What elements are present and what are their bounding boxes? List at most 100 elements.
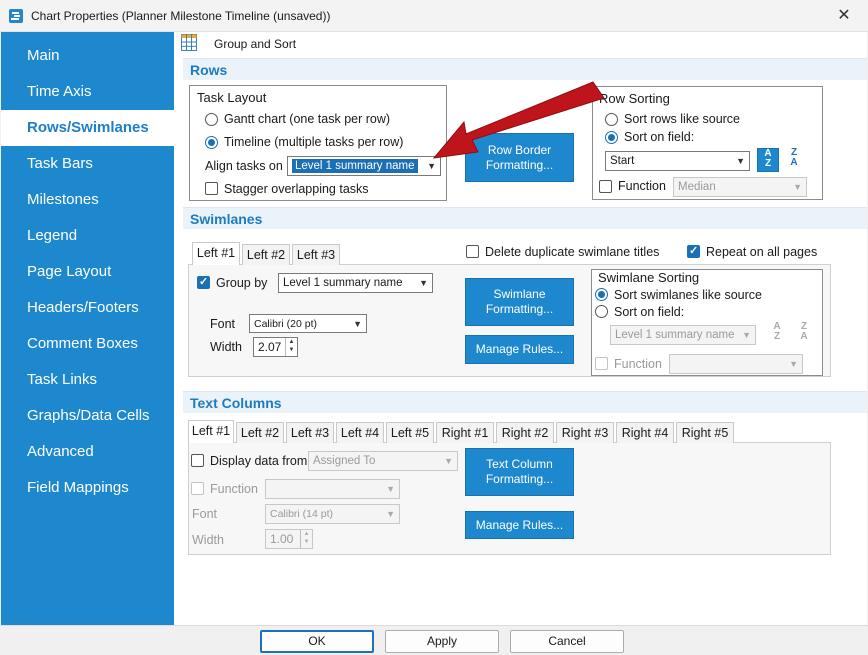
text-column-manage-rules-button[interactable]: Manage Rules... xyxy=(465,511,574,539)
sort-swimlanes-like-source-radio[interactable] xyxy=(595,288,608,301)
text-width-value: 1.00 xyxy=(270,532,294,546)
sidebar-item-advanced[interactable]: Advanced xyxy=(1,434,174,470)
sidebar-item-graphs-data-cells[interactable]: Graphs/Data Cells xyxy=(1,398,174,434)
swimlane-sorting-legend: Swimlane Sorting xyxy=(598,270,700,285)
sidebar-item-task-links[interactable]: Task Links xyxy=(1,362,174,398)
swimlane-font-value: Calibri (20 pt) xyxy=(254,318,318,330)
sort-rows-like-source-radio[interactable] xyxy=(605,113,618,126)
sidebar-item-rows-swimlanes[interactable]: Rows/Swimlanes xyxy=(1,110,174,146)
sidebar-item-main[interactable]: Main xyxy=(1,38,174,74)
sort-on-field-radio[interactable] xyxy=(605,131,618,144)
group-by-value: Level 1 summary name xyxy=(283,277,403,289)
apply-button[interactable]: Apply xyxy=(385,630,499,653)
delete-duplicate-label: Delete duplicate swimlane titles xyxy=(485,245,660,259)
rows-section-header: Rows xyxy=(183,58,867,80)
swimlane-formatting-button[interactable]: Swimlane Formatting... xyxy=(465,278,574,326)
stagger-label: Stagger overlapping tasks xyxy=(224,182,369,196)
row-function-checkbox[interactable] xyxy=(599,180,612,193)
text-tab-left-1[interactable]: Left #1 xyxy=(188,420,234,443)
swimlane-function-dropdown[interactable]: ▼ xyxy=(669,354,803,374)
swimlane-tab-left-1[interactable]: Left #1 xyxy=(192,242,240,265)
rows-section-title: Rows xyxy=(190,62,228,78)
delete-duplicate-checkbox[interactable] xyxy=(466,245,479,258)
sidebar-item-field-mappings[interactable]: Field Mappings xyxy=(1,470,174,506)
sidebar: Main Time Axis Rows/Swimlanes Task Bars … xyxy=(1,32,174,625)
row-sort-field-value: Start xyxy=(610,155,635,167)
sort-on-field-label: Sort on field: xyxy=(624,130,695,144)
sidebar-item-headers-footers[interactable]: Headers/Footers xyxy=(1,290,174,326)
sort-swimlanes-like-source-label: Sort swimlanes like source xyxy=(614,288,762,302)
swimlane-tab-left-2[interactable]: Left #2 xyxy=(242,244,290,265)
chevron-down-icon: ▼ xyxy=(427,161,436,171)
chevron-down-icon: ▼ xyxy=(793,182,802,192)
timeline-radio[interactable] xyxy=(205,136,218,149)
chevron-down-icon: ▼ xyxy=(444,456,453,466)
align-tasks-dropdown[interactable]: Level 1 summary name ▼ xyxy=(287,156,441,176)
sidebar-item-task-bars[interactable]: Task Bars xyxy=(1,146,174,182)
text-function-dropdown[interactable]: ▼ xyxy=(265,479,400,499)
swimlane-manage-rules-button[interactable]: Manage Rules... xyxy=(465,335,574,364)
spin-arrows-icon[interactable]: ▲ ▼ xyxy=(300,530,312,548)
chevron-down-icon: ▼ xyxy=(736,156,745,166)
text-column-formatting-button[interactable]: Text Column Formatting... xyxy=(465,448,574,496)
align-tasks-value: Level 1 summary name xyxy=(292,159,418,173)
text-function-label: Function xyxy=(210,482,258,496)
close-icon: ✕ xyxy=(837,7,851,24)
sidebar-item-comment-boxes[interactable]: Comment Boxes xyxy=(1,326,174,362)
group-by-label: Group by xyxy=(216,276,268,290)
cancel-button[interactable]: Cancel xyxy=(510,630,624,653)
text-font-dropdown[interactable]: Calibri (14 pt) ▼ xyxy=(265,504,400,524)
text-tab-left-4[interactable]: Left #4 xyxy=(336,422,384,443)
swimlane-tab-left-3[interactable]: Left #3 xyxy=(292,244,340,265)
ok-button[interactable]: OK xyxy=(260,630,374,653)
text-tab-left-5[interactable]: Left #5 xyxy=(386,422,434,443)
sort-ascending-icon[interactable]: AZ xyxy=(766,322,788,346)
row-sort-field-dropdown[interactable]: Start ▼ xyxy=(605,151,750,171)
group-and-sort-label: Group and Sort xyxy=(214,37,297,51)
swimlanes-section-title: Swimlanes xyxy=(190,211,263,227)
chevron-down-icon: ▼ xyxy=(789,359,798,369)
text-tab-right-2[interactable]: Right #2 xyxy=(496,422,554,443)
row-function-dropdown[interactable]: Median ▼ xyxy=(673,177,807,197)
text-tab-left-3[interactable]: Left #3 xyxy=(286,422,334,443)
text-function-checkbox[interactable] xyxy=(191,482,204,495)
text-tab-right-4[interactable]: Right #4 xyxy=(616,422,674,443)
sort-descending-icon[interactable]: ZA xyxy=(793,322,815,346)
swimlane-function-label: Function xyxy=(614,357,662,371)
stagger-checkbox[interactable] xyxy=(205,182,218,195)
sidebar-item-legend[interactable]: Legend xyxy=(1,218,174,254)
sidebar-item-page-layout[interactable]: Page Layout xyxy=(1,254,174,290)
swimlane-width-value: 2.07 xyxy=(258,340,282,354)
group-by-dropdown[interactable]: Level 1 summary name ▼ xyxy=(278,273,433,293)
text-tab-right-1[interactable]: Right #1 xyxy=(436,422,494,443)
display-data-dropdown[interactable]: Assigned To ▼ xyxy=(308,451,458,471)
sidebar-item-milestones[interactable]: Milestones xyxy=(1,182,174,218)
swimlane-width-stepper[interactable]: 2.07 ▲ ▼ xyxy=(253,337,298,357)
sidebar-item-time-axis[interactable]: Time Axis xyxy=(1,74,174,110)
text-width-label: Width xyxy=(192,533,224,547)
swimlane-sort-on-field-radio[interactable] xyxy=(595,305,608,318)
swimlane-font-dropdown[interactable]: Calibri (20 pt) ▼ xyxy=(249,314,367,333)
text-tab-right-3[interactable]: Right #3 xyxy=(556,422,614,443)
text-columns-section-title: Text Columns xyxy=(190,395,282,411)
repeat-all-pages-checkbox[interactable] xyxy=(687,244,700,258)
align-tasks-label: Align tasks on xyxy=(205,159,283,173)
row-function-label: Function xyxy=(618,179,666,193)
row-function-value: Median xyxy=(678,181,716,193)
repeat-all-pages-label: Repeat on all pages xyxy=(706,245,818,259)
text-width-stepper[interactable]: 1.00 ▲ ▼ xyxy=(265,529,313,549)
display-data-checkbox[interactable] xyxy=(191,454,204,467)
close-button[interactable]: ✕ xyxy=(826,3,862,29)
text-tab-left-2[interactable]: Left #2 xyxy=(236,422,284,443)
sort-descending-icon[interactable]: ZA xyxy=(783,148,805,172)
text-tab-right-5[interactable]: Right #5 xyxy=(676,422,734,443)
swimlane-function-checkbox[interactable] xyxy=(595,357,608,370)
display-data-value: Assigned To xyxy=(313,455,376,467)
spin-arrows-icon[interactable]: ▲ ▼ xyxy=(285,338,297,356)
row-border-formatting-button[interactable]: Row Border Formatting... xyxy=(465,133,574,182)
swimlane-sort-field-dropdown[interactable]: Level 1 summary name ▼ xyxy=(610,325,756,345)
sort-ascending-icon[interactable]: AZ xyxy=(757,148,779,172)
group-by-checkbox[interactable] xyxy=(197,275,210,289)
gantt-radio[interactable] xyxy=(205,113,218,126)
window-title: Chart Properties (Planner Milestone Time… xyxy=(31,9,331,23)
